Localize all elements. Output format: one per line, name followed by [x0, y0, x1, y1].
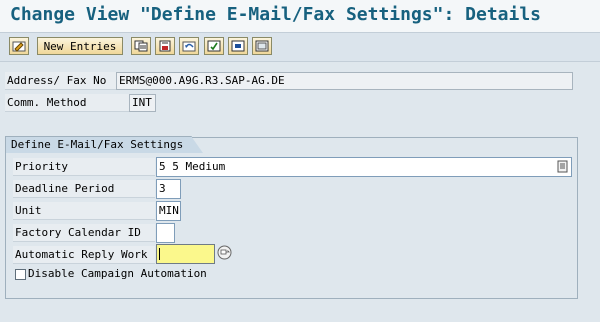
new-entries-button[interactable]: New Entries [37, 37, 123, 55]
edit-button[interactable] [9, 37, 29, 55]
unit-input[interactable]: MIN [156, 201, 181, 221]
edit-icon [12, 41, 26, 52]
unit-label: Unit [13, 202, 155, 220]
comm-method-field: INT [129, 94, 156, 112]
factory-calendar-label: Factory Calendar ID [13, 224, 155, 242]
title-bar: Change View "Define E-Mail/Fax Settings"… [0, 0, 600, 32]
select-all-icon [207, 40, 221, 52]
priority-value: 5 5 Medium [159, 160, 226, 173]
address-field: ERMS@000.A9G.R3.SAP-AG.DE [116, 72, 573, 90]
undo-button[interactable] [179, 37, 199, 55]
auto-reply-input[interactable] [156, 244, 215, 264]
deadline-period-input[interactable]: 3 [156, 179, 181, 199]
group-title: Define E-Mail/Fax Settings [5, 136, 204, 153]
page-title: Change View "Define E-Mail/Fax Settings"… [10, 4, 542, 25]
copy-button[interactable] [131, 37, 151, 55]
copy-icon [134, 40, 148, 52]
value-help-icon[interactable] [557, 160, 569, 173]
deselect-all-button[interactable] [252, 37, 272, 55]
auto-reply-label: Automatic Reply Work [13, 246, 155, 264]
priority-dropdown[interactable]: 5 5 Medium [156, 157, 572, 177]
select-block-button[interactable] [228, 37, 248, 55]
delete-button[interactable] [155, 37, 175, 55]
priority-label: Priority [13, 158, 155, 176]
factory-calendar-input[interactable] [156, 223, 175, 243]
undo-icon [182, 41, 196, 52]
address-label: Address/ Fax No [5, 72, 116, 90]
comm-method-label: Comm. Method [5, 94, 129, 112]
delete-icon [159, 40, 171, 52]
text-cursor [159, 248, 160, 260]
select-block-icon [231, 40, 245, 52]
application-toolbar: New Entries [0, 32, 600, 62]
select-all-button[interactable] [204, 37, 224, 55]
deadline-period-label: Deadline Period [13, 180, 155, 198]
deselect-all-icon [255, 40, 269, 52]
new-entries-label: New Entries [43, 39, 117, 53]
disable-campaign-checkbox[interactable] [15, 269, 26, 280]
disable-campaign-label: Disable Campaign Automation [28, 267, 207, 280]
search-help-icon[interactable] [217, 245, 232, 260]
